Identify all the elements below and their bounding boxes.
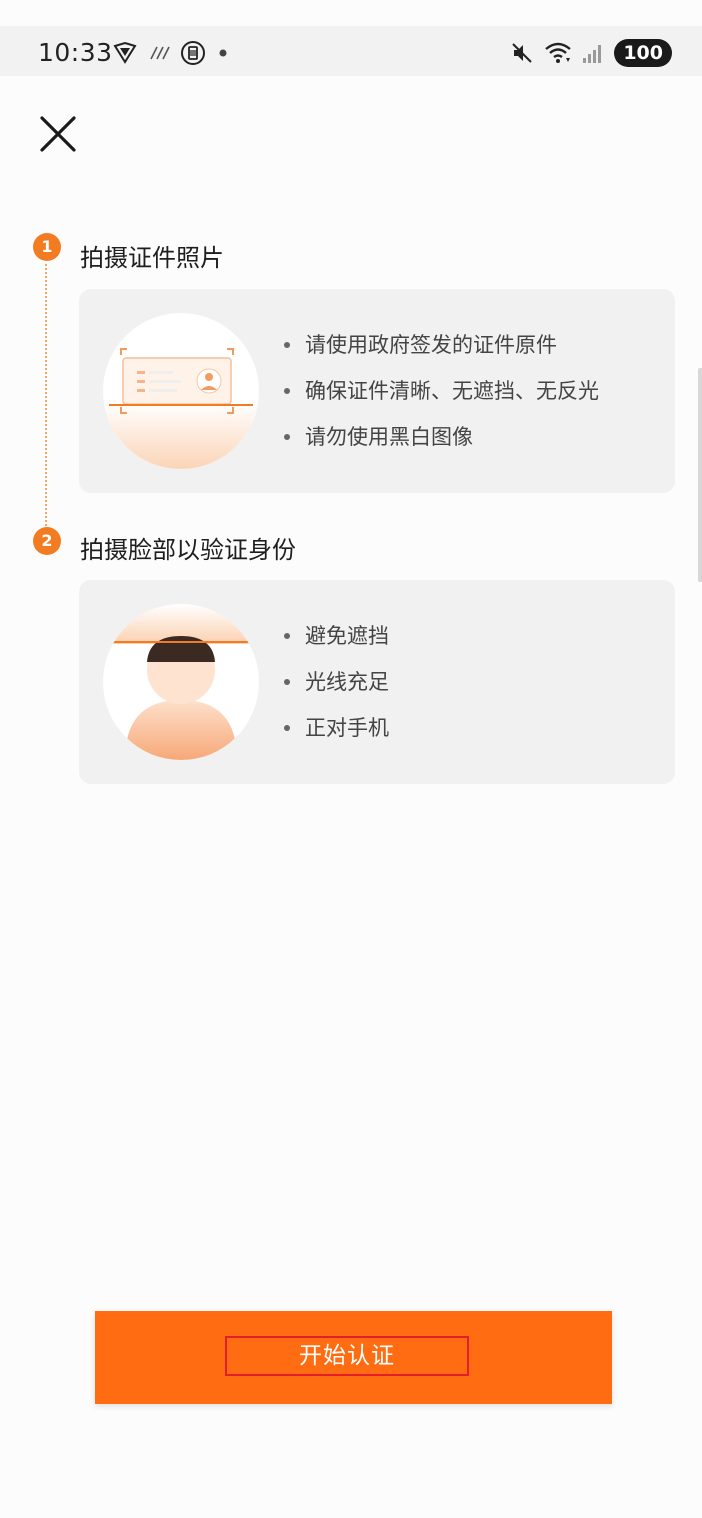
start-verification-button[interactable]: 开始认证 — [95, 1311, 612, 1404]
vpn-shield-icon — [113, 41, 137, 64]
tip-item: 正对手机 — [279, 710, 389, 756]
status-bar: 10:33 100 — [0, 26, 702, 76]
step-connector-line — [45, 264, 47, 526]
tip-item: 确保证件清晰、无遮挡、无反光 — [279, 373, 599, 419]
step-1-title: 拍摄证件照片 — [80, 244, 224, 272]
close-button[interactable] — [36, 112, 80, 156]
close-icon — [40, 116, 76, 152]
status-right-icons: 100 — [510, 39, 672, 67]
id-card-scan-illustration — [103, 313, 259, 469]
tip-item: 请使用政府签发的证件原件 — [279, 327, 599, 373]
step-2-badge: 2 — [33, 527, 61, 555]
id-card-tips-list: 请使用政府签发的证件原件 确保证件清晰、无遮挡、无反光 请勿使用黑白图像 — [279, 327, 599, 465]
battery-icon: 100 — [614, 39, 672, 67]
status-left-icons — [112, 40, 230, 66]
step-2-title: 拍摄脸部以验证身份 — [80, 536, 296, 564]
dot-icon — [219, 49, 227, 57]
status-time: 10:33 — [38, 38, 113, 67]
mute-icon — [512, 43, 533, 63]
tip-item: 避免遮挡 — [279, 618, 389, 664]
tip-item: 请勿使用黑白图像 — [279, 419, 599, 465]
verification-guide-page: 10:33 100 1 拍摄证件照片 请使用政府签发的证件原件 确保证件清晰、无… — [0, 0, 702, 1518]
face-scan-illustration — [103, 604, 259, 760]
sim-icon — [181, 41, 205, 65]
signal-icon — [583, 45, 602, 63]
face-tips-card: 避免遮挡 光线充足 正对手机 — [79, 580, 675, 784]
id-card-tips-card: 请使用政府签发的证件原件 确保证件清晰、无遮挡、无反光 请勿使用黑白图像 — [79, 289, 675, 493]
id-card-svg — [103, 348, 259, 469]
wifi-icon — [545, 42, 572, 63]
tip-item: 光线充足 — [279, 664, 389, 710]
face-svg — [103, 604, 259, 760]
start-button-label: 开始认证 — [225, 1336, 469, 1376]
step-1-badge: 1 — [33, 233, 61, 261]
scroll-handle[interactable] — [698, 368, 702, 582]
face-tips-list: 避免遮挡 光线充足 正对手机 — [279, 618, 389, 756]
nfc-icon — [150, 46, 170, 60]
